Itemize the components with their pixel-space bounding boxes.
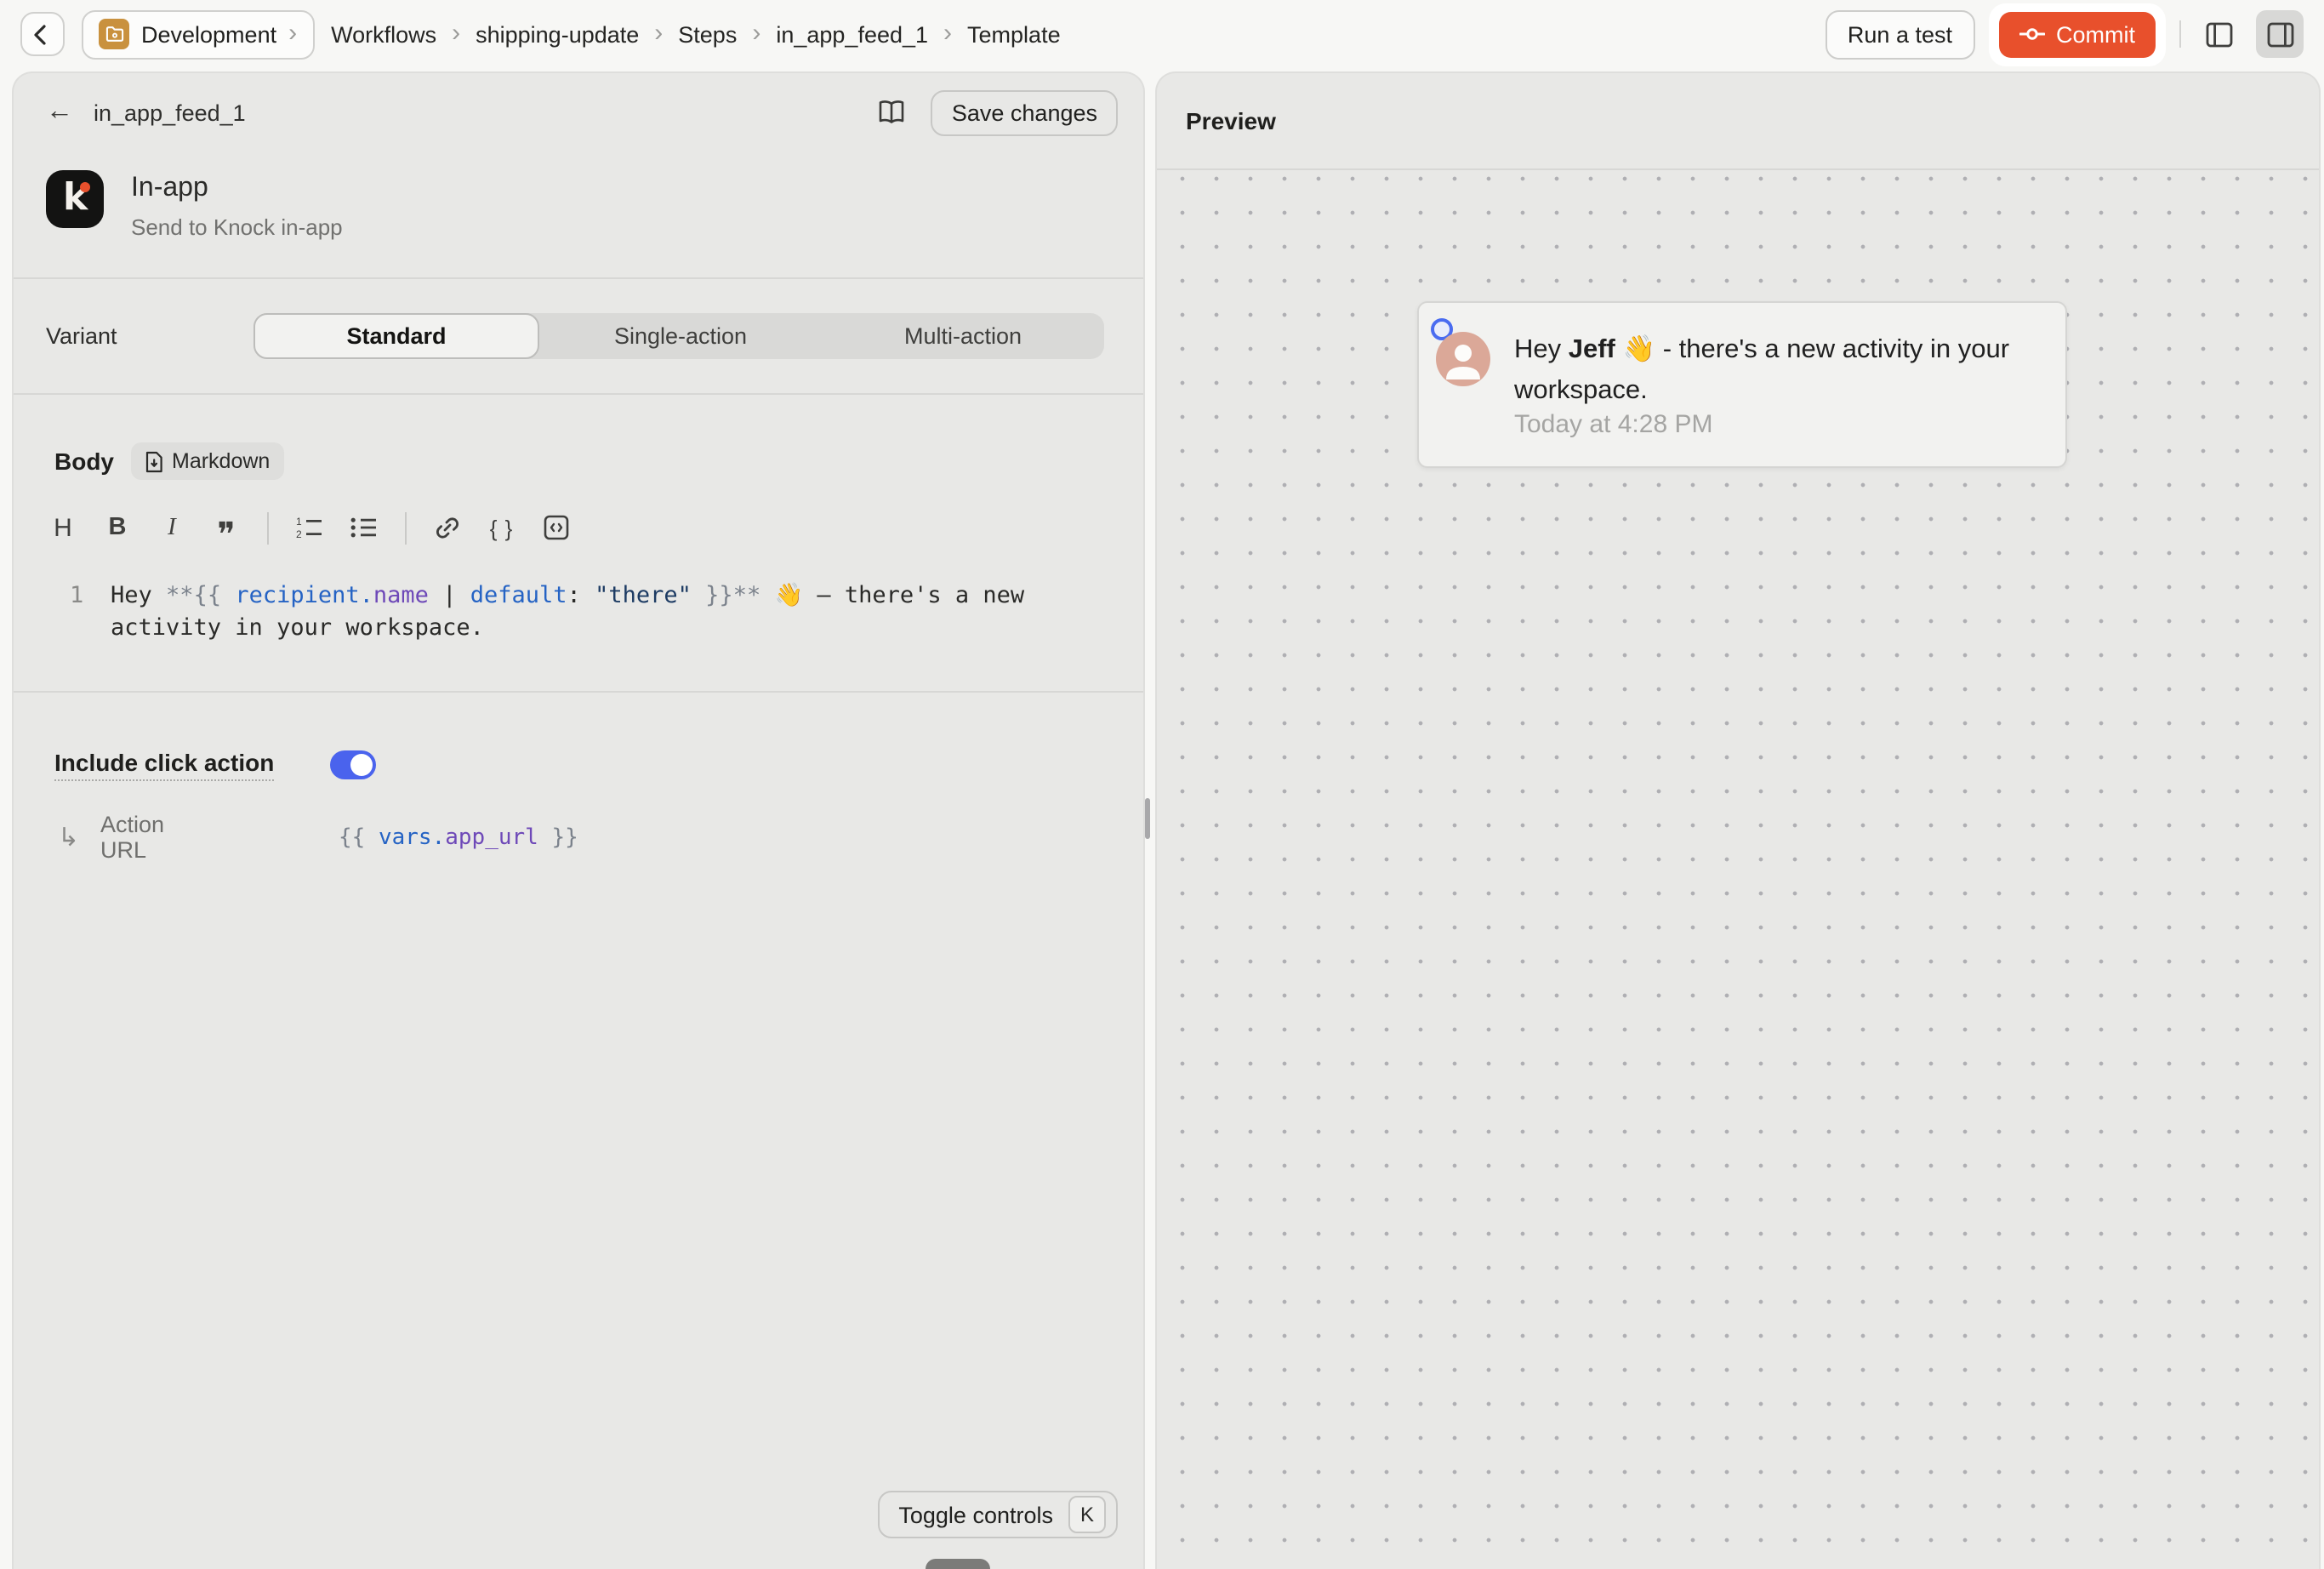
toggle-controls-button[interactable]: Toggle controls K: [878, 1491, 1118, 1538]
app-root: Development › Workflows › shipping-update ›…: [0, 0, 2324, 1569]
toolbar-separator: [405, 511, 407, 544]
action-url-label: Action URL: [100, 812, 213, 863]
person-icon: [1436, 332, 1490, 386]
bullet-list-icon[interactable]: [340, 507, 388, 548]
svg-text:2: 2: [296, 528, 302, 539]
breadcrumb-item[interactable]: Template: [967, 21, 1061, 47]
channel-info: k In-app Send to Knock in-app: [14, 136, 1143, 277]
body-section-header: Body Markdown: [14, 442, 1143, 480]
toolbar-separator: [267, 511, 269, 544]
toggle-left-panel-button[interactable]: [2195, 10, 2242, 58]
topbar-actions: Run a test Commit: [1826, 3, 2304, 66]
knock-logo: k: [46, 170, 104, 228]
toggle-knob: [350, 753, 373, 775]
commit-label: Commit: [2056, 21, 2135, 47]
variant-label: Variant: [46, 323, 117, 349]
divider: [14, 691, 1143, 693]
editor-header: ← in_app_feed_1 Save changes: [14, 73, 1143, 136]
git-commit-icon: [2019, 26, 2044, 43]
preview-canvas: Hey Jeff 👋 - there's a new activity in y…: [1157, 170, 2319, 1569]
variant-option-single-action[interactable]: Single-action: [539, 313, 822, 359]
back-arrow-icon[interactable]: ←: [46, 99, 73, 126]
include-click-action-row: Include click action: [14, 747, 1143, 781]
line-number: 1: [70, 580, 111, 643]
action-url-row: ↳ Action URL {{ vars.app_url }}: [14, 822, 1143, 853]
body-label: Body: [54, 448, 114, 475]
breadcrumb-item[interactable]: Workflows: [331, 21, 436, 47]
top-bar: Development › Workflows › shipping-update ›…: [0, 0, 2324, 68]
chevron-right-icon: ›: [452, 20, 460, 48]
chevron-left-icon: [32, 23, 48, 45]
environment-label: Development: [141, 21, 276, 47]
variant-option-multi-action[interactable]: Multi-action: [822, 313, 1104, 359]
template-editor-panel: ← in_app_feed_1 Save changes k In-app Se…: [12, 71, 1145, 1569]
recipient-name: Jeff: [1569, 335, 1615, 364]
markdown-label: Markdown: [172, 449, 270, 473]
variant-segmented-control: Standard Single-action Multi-action: [253, 313, 1104, 359]
environment-switcher[interactable]: Development ›: [82, 9, 314, 59]
file-down-icon: [145, 450, 163, 472]
svg-text:1: 1: [296, 516, 302, 528]
chevron-right-icon: ›: [752, 20, 760, 48]
knock-logo-dot: [80, 182, 90, 192]
include-click-action-toggle[interactable]: [330, 750, 376, 779]
environment-folder-icon: [99, 19, 129, 49]
run-a-test-button[interactable]: Run a test: [1826, 9, 1974, 59]
variant-row: Variant Standard Single-action Multi-act…: [14, 279, 1143, 393]
topbar-separator: [2179, 20, 2181, 48]
notification-timestamp: Today at 4:28 PM: [1514, 410, 1712, 439]
book-icon: [877, 99, 908, 126]
toggle-right-panel-button[interactable]: [2256, 10, 2304, 58]
variant-option-standard[interactable]: Standard: [253, 313, 539, 359]
divider: [14, 393, 1143, 395]
notification-message: Hey Jeff 👋 - there's a new activity in y…: [1514, 330, 2025, 412]
braces-icon[interactable]: { }: [478, 507, 526, 548]
ordered-list-icon[interactable]: 1 2: [286, 507, 333, 548]
code-block-icon[interactable]: [533, 507, 580, 548]
action-url-value[interactable]: {{ vars.app_url }}: [339, 824, 578, 850]
markdown-format-badge[interactable]: Markdown: [131, 442, 283, 480]
panel-right-icon: [2266, 20, 2295, 48]
hidden-control-peek: [926, 1559, 990, 1569]
save-changes-button[interactable]: Save changes: [931, 89, 1118, 135]
history-back-button[interactable]: [20, 12, 65, 56]
commit-highlight: Commit: [1988, 3, 2166, 66]
template-code[interactable]: Hey **{{ recipient.name | default: "ther…: [111, 580, 1038, 643]
step-name: in_app_feed_1: [94, 100, 246, 125]
chevron-right-icon: ›: [943, 20, 952, 48]
preview-title: Preview: [1157, 73, 2319, 168]
panel-left-icon: [2205, 20, 2234, 48]
breadcrumb: Workflows › shipping-update › Steps › in_app_f…: [331, 20, 1061, 48]
link-icon[interactable]: [424, 507, 471, 548]
docs-button[interactable]: [877, 99, 908, 126]
breadcrumb-item[interactable]: in_app_feed_1: [776, 21, 928, 47]
scrollbar-thumb[interactable]: [1145, 798, 1150, 839]
bold-icon[interactable]: B: [94, 507, 141, 548]
toggle-controls-label: Toggle controls: [898, 1502, 1053, 1527]
preview-panel: Preview Hey Jeff 👋 - there's a new activ…: [1155, 71, 2321, 1569]
include-click-action-label: Include click action: [54, 748, 274, 780]
notification-card[interactable]: Hey Jeff 👋 - there's a new activity in y…: [1417, 301, 2067, 468]
heading-icon[interactable]: H: [39, 507, 87, 548]
channel-title: In-app: [131, 172, 343, 206]
breadcrumb-item[interactable]: Steps: [678, 21, 737, 47]
quote-icon[interactable]: ❞: [202, 507, 250, 548]
chevron-right-icon: ›: [288, 20, 297, 48]
chevron-right-icon: ›: [654, 20, 663, 48]
keyboard-shortcut-badge: K: [1068, 1496, 1106, 1533]
italic-icon[interactable]: I: [148, 507, 196, 548]
formatting-toolbar: H B I ❞ 1 2: [14, 507, 1143, 548]
commit-button[interactable]: Commit: [1998, 11, 2156, 57]
breadcrumb-item[interactable]: shipping-update: [476, 21, 639, 47]
branch-arrow-icon: ↳: [58, 824, 83, 850]
avatar: [1436, 332, 1490, 386]
body-code-editor[interactable]: 1 Hey **{{ recipient.name | default: "th…: [14, 580, 1143, 643]
channel-subtitle: Send to Knock in-app: [131, 214, 343, 240]
